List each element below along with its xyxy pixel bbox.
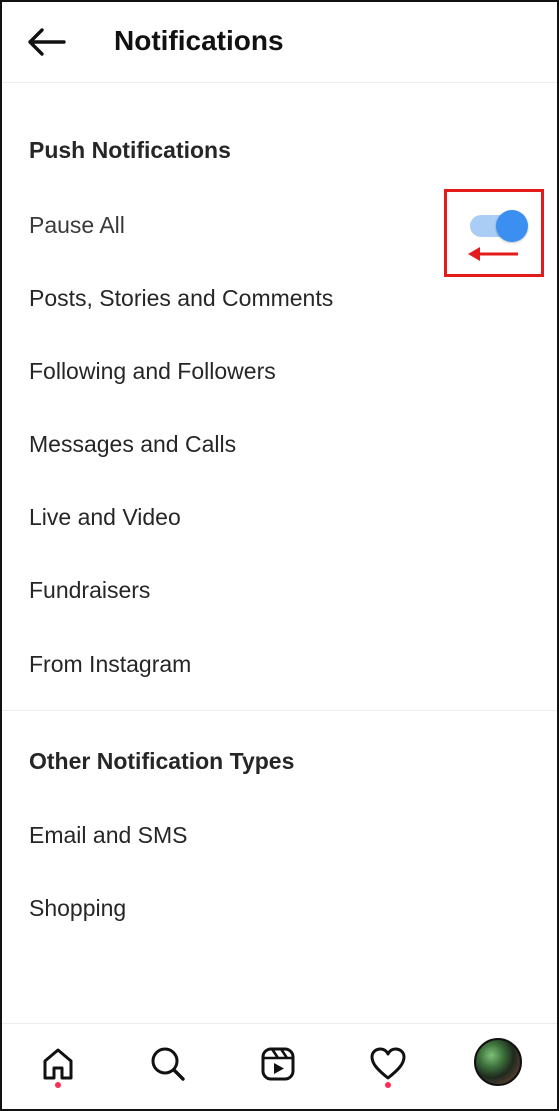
setting-label: Messages and Calls [29, 431, 237, 457]
reels-icon [261, 1047, 295, 1081]
nav-search-button[interactable] [144, 1040, 192, 1088]
profile-avatar[interactable] [474, 1038, 522, 1086]
arrow-left-icon [28, 28, 66, 56]
setting-row-email-sms[interactable]: Email and SMS [2, 807, 557, 863]
section-divider [2, 710, 557, 711]
search-icon [151, 1047, 185, 1081]
setting-row-shopping[interactable]: Shopping [2, 880, 557, 936]
activity-notification-dot [385, 1082, 391, 1088]
annotation-arrow-left-icon [468, 247, 518, 261]
setting-label: Email and SMS [29, 822, 188, 848]
setting-label-pause-all: Pause All [29, 212, 125, 238]
setting-row-live-video[interactable]: Live and Video [2, 489, 557, 545]
setting-row-following-followers[interactable]: Following and Followers [2, 343, 557, 399]
setting-row-fundraisers[interactable]: Fundraisers [2, 562, 557, 618]
back-button[interactable] [24, 22, 68, 62]
screen-frame: Notifications Push Notifications Pause A… [0, 0, 559, 1111]
section-title-other-notification-types: Other Notification Types [29, 748, 295, 774]
nav-activity-button[interactable] [364, 1040, 412, 1088]
setting-label: From Instagram [29, 651, 192, 677]
page-title: Notifications [114, 25, 284, 56]
bottom-navigation-bar [2, 1023, 557, 1109]
heart-icon [370, 1047, 406, 1080]
home-notification-dot [55, 1082, 61, 1088]
section-title-push-notifications: Push Notifications [29, 137, 231, 163]
setting-label: Posts, Stories and Comments [29, 285, 334, 311]
setting-label: Following and Followers [29, 358, 276, 384]
setting-label: Fundraisers [29, 577, 151, 603]
setting-label: Live and Video [29, 504, 181, 530]
setting-row-from-instagram[interactable]: From Instagram [2, 636, 557, 692]
setting-label: Shopping [29, 895, 127, 921]
setting-row-messages-calls[interactable]: Messages and Calls [2, 416, 557, 472]
nav-home-button[interactable] [34, 1040, 82, 1088]
nav-reels-button[interactable] [254, 1040, 302, 1088]
header-bar: Notifications [2, 2, 557, 83]
setting-row-posts-stories-comments[interactable]: Posts, Stories and Comments [2, 270, 557, 326]
home-icon [43, 1048, 73, 1080]
